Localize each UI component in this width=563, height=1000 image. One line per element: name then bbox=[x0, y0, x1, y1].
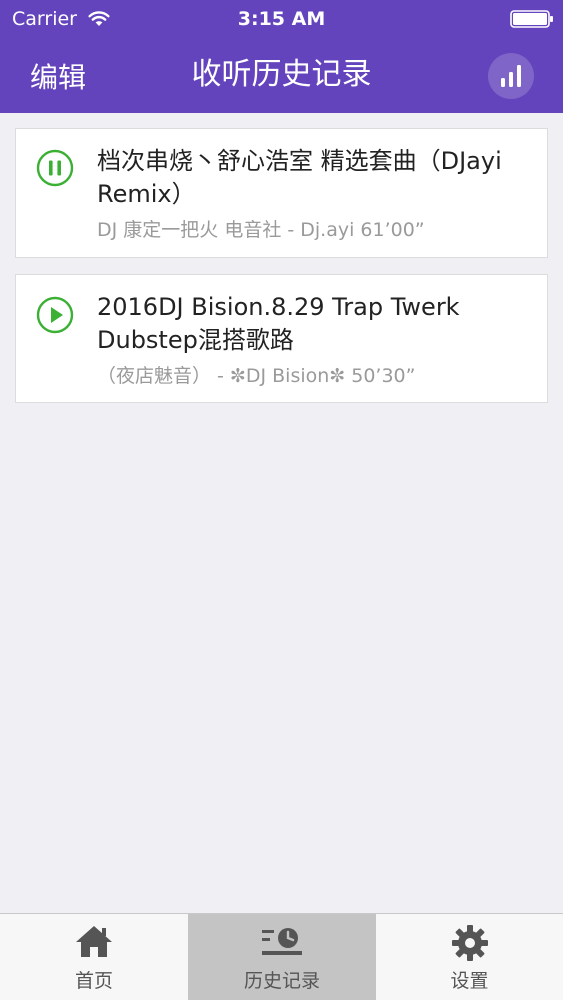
pause-icon[interactable] bbox=[36, 149, 74, 187]
status-time: 3:15 AM bbox=[237, 8, 326, 30]
play-icon[interactable] bbox=[36, 296, 74, 334]
now-playing-button[interactable] bbox=[488, 53, 534, 99]
tab-bar: 首页 历史记录 设置 bbox=[0, 913, 563, 1000]
tab-label: 首页 bbox=[74, 970, 113, 992]
status-bar: Carrier 3:15 AM bbox=[0, 0, 563, 38]
history-screen: Carrier 3:15 AM 编辑 收听历史记录 档次串烧丶舒心浩室 精选套曲… bbox=[0, 0, 563, 1000]
gear-icon bbox=[451, 925, 488, 961]
tab-label: 设置 bbox=[450, 970, 489, 992]
tab-label: 历史记录 bbox=[243, 970, 320, 992]
header: Carrier 3:15 AM 编辑 收听历史记录 bbox=[0, 0, 563, 113]
battery-icon bbox=[510, 10, 553, 28]
page-title: 收听历史记录 bbox=[191, 57, 372, 92]
track-title: 档次串烧丶舒心浩室 精选套曲（DJayi Remix） bbox=[97, 147, 502, 208]
history-list: 档次串烧丶舒心浩室 精选套曲（DJayi Remix） DJ 康定一把火 电音社… bbox=[15, 128, 548, 419]
bar-chart-icon bbox=[501, 65, 521, 87]
nav-bar: 编辑 收听历史记录 bbox=[0, 38, 563, 113]
tab-settings[interactable]: 设置 bbox=[376, 914, 563, 1000]
tab-history[interactable]: 历史记录 bbox=[188, 914, 376, 1000]
history-item[interactable]: 档次串烧丶舒心浩室 精选套曲（DJayi Remix） DJ 康定一把火 电音社… bbox=[15, 128, 548, 258]
history-icon bbox=[262, 928, 302, 955]
track-title: 2016DJ Bision.8.29 Trap Twerk Dubstep混搭歌… bbox=[97, 293, 460, 354]
track-meta: DJ 康定一把火 电音社 - Dj.ayi 61’00” bbox=[97, 219, 425, 241]
home-icon bbox=[76, 926, 112, 957]
tab-home[interactable]: 首页 bbox=[0, 914, 188, 1000]
track-meta: （夜店魅音） - ✼DJ Bision✼ 50’30” bbox=[97, 365, 416, 387]
history-item[interactable]: 2016DJ Bision.8.29 Trap Twerk Dubstep混搭歌… bbox=[15, 274, 548, 403]
